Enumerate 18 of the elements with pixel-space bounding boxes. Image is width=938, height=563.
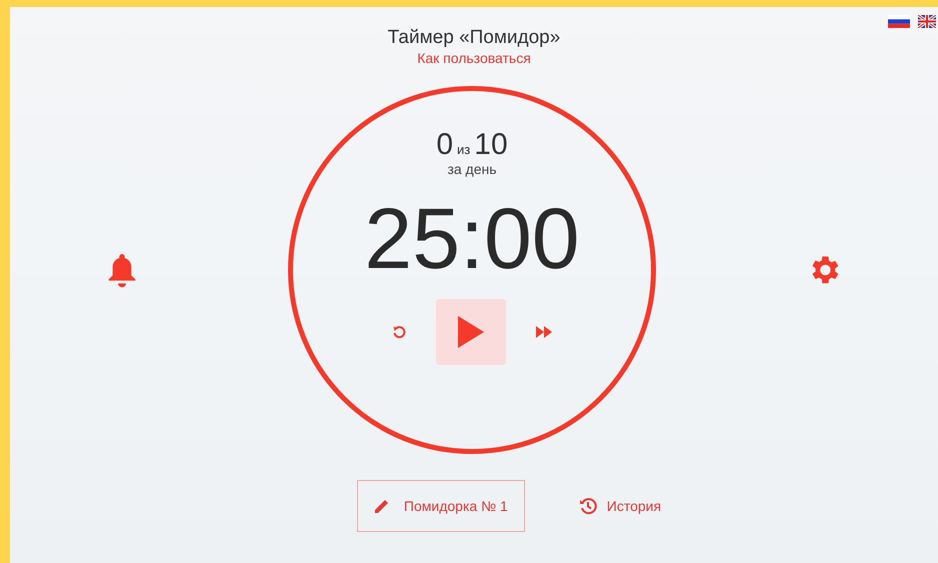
of-label: из bbox=[457, 141, 470, 159]
task-name-button[interactable]: Помидорка № 1 bbox=[356, 480, 525, 532]
done-count: 0 bbox=[436, 129, 454, 161]
history-link[interactable]: История bbox=[578, 496, 662, 516]
time-display: 25:00 bbox=[364, 193, 580, 285]
reset-icon[interactable] bbox=[392, 325, 406, 339]
play-button[interactable] bbox=[436, 299, 506, 365]
goal-count: 10 bbox=[474, 129, 508, 161]
app-title: Таймер «Помидор» bbox=[388, 27, 560, 49]
pencil-icon bbox=[374, 498, 390, 514]
help-link[interactable]: Как пользоваться bbox=[417, 49, 531, 67]
play-icon bbox=[458, 316, 484, 348]
british-flag-icon[interactable] bbox=[918, 15, 936, 28]
skip-icon[interactable] bbox=[536, 326, 552, 338]
history-icon bbox=[578, 497, 597, 515]
period-label: за день bbox=[447, 161, 497, 177]
russian-flag-icon[interactable] bbox=[888, 15, 910, 28]
bell-icon[interactable] bbox=[106, 252, 138, 288]
